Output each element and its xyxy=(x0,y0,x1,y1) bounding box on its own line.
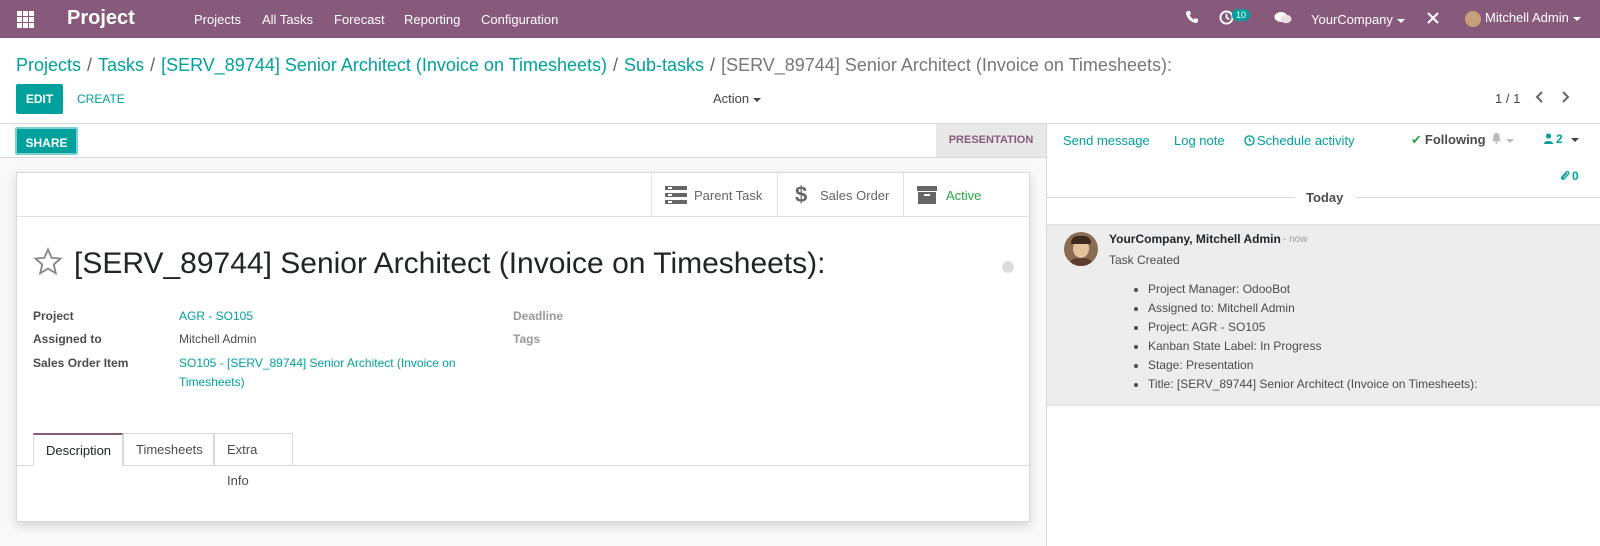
chevron-down-icon xyxy=(1396,18,1405,23)
sales-order-item-line2: Timesheets) xyxy=(179,375,245,389)
list-item: Project: AGR - SO105 xyxy=(1148,318,1478,337)
assigned-label: Assigned to xyxy=(33,332,102,346)
breadcrumb: Projects / Tasks / [SERV_89744] Senior Archi… xyxy=(16,55,1172,75)
assigned-value[interactable]: Mitchell Admin xyxy=(179,332,256,346)
message-body: Task Created xyxy=(1109,253,1180,267)
user-name: Mitchell Admin xyxy=(1485,10,1569,25)
chatter-panel: Send message Log note Schedule activity … xyxy=(1046,124,1600,546)
send-message-button[interactable]: Send message xyxy=(1063,133,1150,148)
menu-reporting[interactable]: Reporting xyxy=(404,12,460,27)
message-timestamp: - now xyxy=(1283,234,1308,245)
dollar-icon: $ xyxy=(795,182,808,207)
task-title[interactable]: [SERV_89744] Senior Architect (Invoice o… xyxy=(74,247,826,281)
app-name[interactable]: Project xyxy=(67,7,135,30)
followers-count: 2 xyxy=(1556,132,1563,146)
list-item: Kanban State Label: In Progress xyxy=(1148,337,1478,356)
active-toggle-button[interactable]: Active xyxy=(903,173,1029,217)
following-label: Following xyxy=(1424,132,1486,147)
bell-icon[interactable] xyxy=(1491,132,1514,147)
sales-order-item-label: Sales Order Item xyxy=(33,356,129,370)
list-icon xyxy=(665,186,687,207)
chevron-down-icon xyxy=(753,97,762,102)
tab-extra-info[interactable]: Extra Info xyxy=(214,433,293,488)
check-icon: ✔ xyxy=(1411,132,1422,147)
parent-task-button[interactable]: Parent Task xyxy=(651,173,777,217)
create-button[interactable]: CREATE xyxy=(77,92,125,106)
user-menu[interactable]: Mitchell Admin xyxy=(1465,10,1581,27)
menu-all-tasks[interactable]: All Tasks xyxy=(262,12,313,27)
breadcrumb-current: [SERV_89744] Senior Architect (Invoice o… xyxy=(721,55,1172,75)
message-author[interactable]: YourCompany, Mitchell Admin xyxy=(1109,232,1281,246)
tags-label: Tags xyxy=(513,332,541,346)
date-separator-label: Today xyxy=(1306,190,1344,205)
user-avatar xyxy=(1465,10,1481,27)
parent-task-label: Parent Task xyxy=(694,188,763,203)
deadline-label: Deadline xyxy=(513,309,564,323)
following-button[interactable]: ✔ Following xyxy=(1411,132,1486,148)
list-item: Assigned to: Mitchell Admin xyxy=(1148,299,1478,318)
attachments-count: 0 xyxy=(1572,169,1579,183)
breadcrumb-projects[interactable]: Projects xyxy=(16,55,81,75)
pager-value[interactable]: 1 / 1 xyxy=(1495,91,1520,106)
action-label: Action xyxy=(713,91,750,106)
form-statusbar: SHARE PRESENTATION xyxy=(0,124,1046,158)
active-label: Active xyxy=(946,188,982,203)
list-item: Title: [SERV_89744] Senior Architect (In… xyxy=(1148,375,1478,394)
tracking-values-list: Project Manager: OdooBot Assigned to: Mi… xyxy=(1148,280,1478,394)
menu-configuration[interactable]: Configuration xyxy=(481,12,558,27)
sales-order-label: Sales Order xyxy=(820,188,890,203)
followers-button[interactable]: 2 xyxy=(1544,132,1579,147)
attachments-button[interactable]: 0 xyxy=(1560,169,1579,184)
schedule-activity-label: Schedule activity xyxy=(1257,133,1355,148)
share-button[interactable]: SHARE xyxy=(15,127,78,155)
pager-previous-icon[interactable] xyxy=(1534,90,1544,107)
debug-icon[interactable] xyxy=(1426,11,1440,28)
apps-menu-icon[interactable] xyxy=(17,11,34,28)
phone-icon[interactable] xyxy=(1185,10,1199,27)
avatar xyxy=(1064,232,1098,266)
archive-icon xyxy=(917,186,937,207)
date-separator: Today xyxy=(1047,188,1600,208)
edit-button[interactable]: EDIT xyxy=(16,84,63,114)
chevron-down-icon xyxy=(1570,137,1579,142)
paperclip-icon xyxy=(1560,170,1570,184)
activity-count-badge: 10 xyxy=(1232,9,1251,21)
user-icon xyxy=(1544,133,1553,147)
tab-description[interactable]: Description xyxy=(33,433,123,466)
priority-star-icon[interactable] xyxy=(33,247,63,285)
sales-order-item-value[interactable]: SO105 - [SERV_89744] Senior Architect (I… xyxy=(179,356,456,389)
smart-buttons-row: Parent Task $ Sales Order Active xyxy=(17,173,1029,217)
tab-timesheets[interactable]: Timesheets xyxy=(123,433,214,466)
stage-presentation[interactable]: PRESENTATION xyxy=(936,124,1046,157)
company-name: YourCompany xyxy=(1311,12,1393,27)
menu-forecast[interactable]: Forecast xyxy=(334,12,385,27)
form-sheet: Parent Task $ Sales Order Active [SERV_8… xyxy=(16,172,1030,522)
breadcrumb-subtasks[interactable]: Sub-tasks xyxy=(624,55,704,75)
list-item: Stage: Presentation xyxy=(1148,356,1478,375)
pager-next-icon[interactable] xyxy=(1561,90,1571,107)
schedule-activity-button[interactable]: Schedule activity xyxy=(1244,133,1355,149)
top-navbar: Project Projects All Tasks Forecast Repo… xyxy=(0,0,1600,38)
log-note-button[interactable]: Log note xyxy=(1174,133,1225,148)
clock-icon xyxy=(1244,134,1255,149)
chat-icon[interactable] xyxy=(1274,11,1292,28)
chevron-down-icon xyxy=(1572,16,1581,21)
menu-projects[interactable]: Projects xyxy=(194,12,241,27)
kanban-state-indicator[interactable] xyxy=(1002,261,1014,273)
project-label: Project xyxy=(33,309,74,323)
chevron-down-icon xyxy=(1506,138,1514,143)
action-dropdown[interactable]: Action xyxy=(713,91,762,106)
company-switcher[interactable]: YourCompany xyxy=(1311,12,1405,27)
breadcrumb-parent-task[interactable]: [SERV_89744] Senior Architect (Invoice o… xyxy=(161,55,607,75)
control-panel: Projects / Tasks / [SERV_89744] Senior Archi… xyxy=(0,38,1600,124)
sales-order-item-line1: SO105 - [SERV_89744] Senior Architect (I… xyxy=(179,356,456,370)
project-value[interactable]: AGR - SO105 xyxy=(179,309,253,323)
sales-order-button[interactable]: $ Sales Order xyxy=(777,173,903,217)
breadcrumb-tasks[interactable]: Tasks xyxy=(98,55,144,75)
list-item: Project Manager: OdooBot xyxy=(1148,280,1478,299)
chatter-message: YourCompany, Mitchell Admin - now Task C… xyxy=(1047,224,1600,406)
